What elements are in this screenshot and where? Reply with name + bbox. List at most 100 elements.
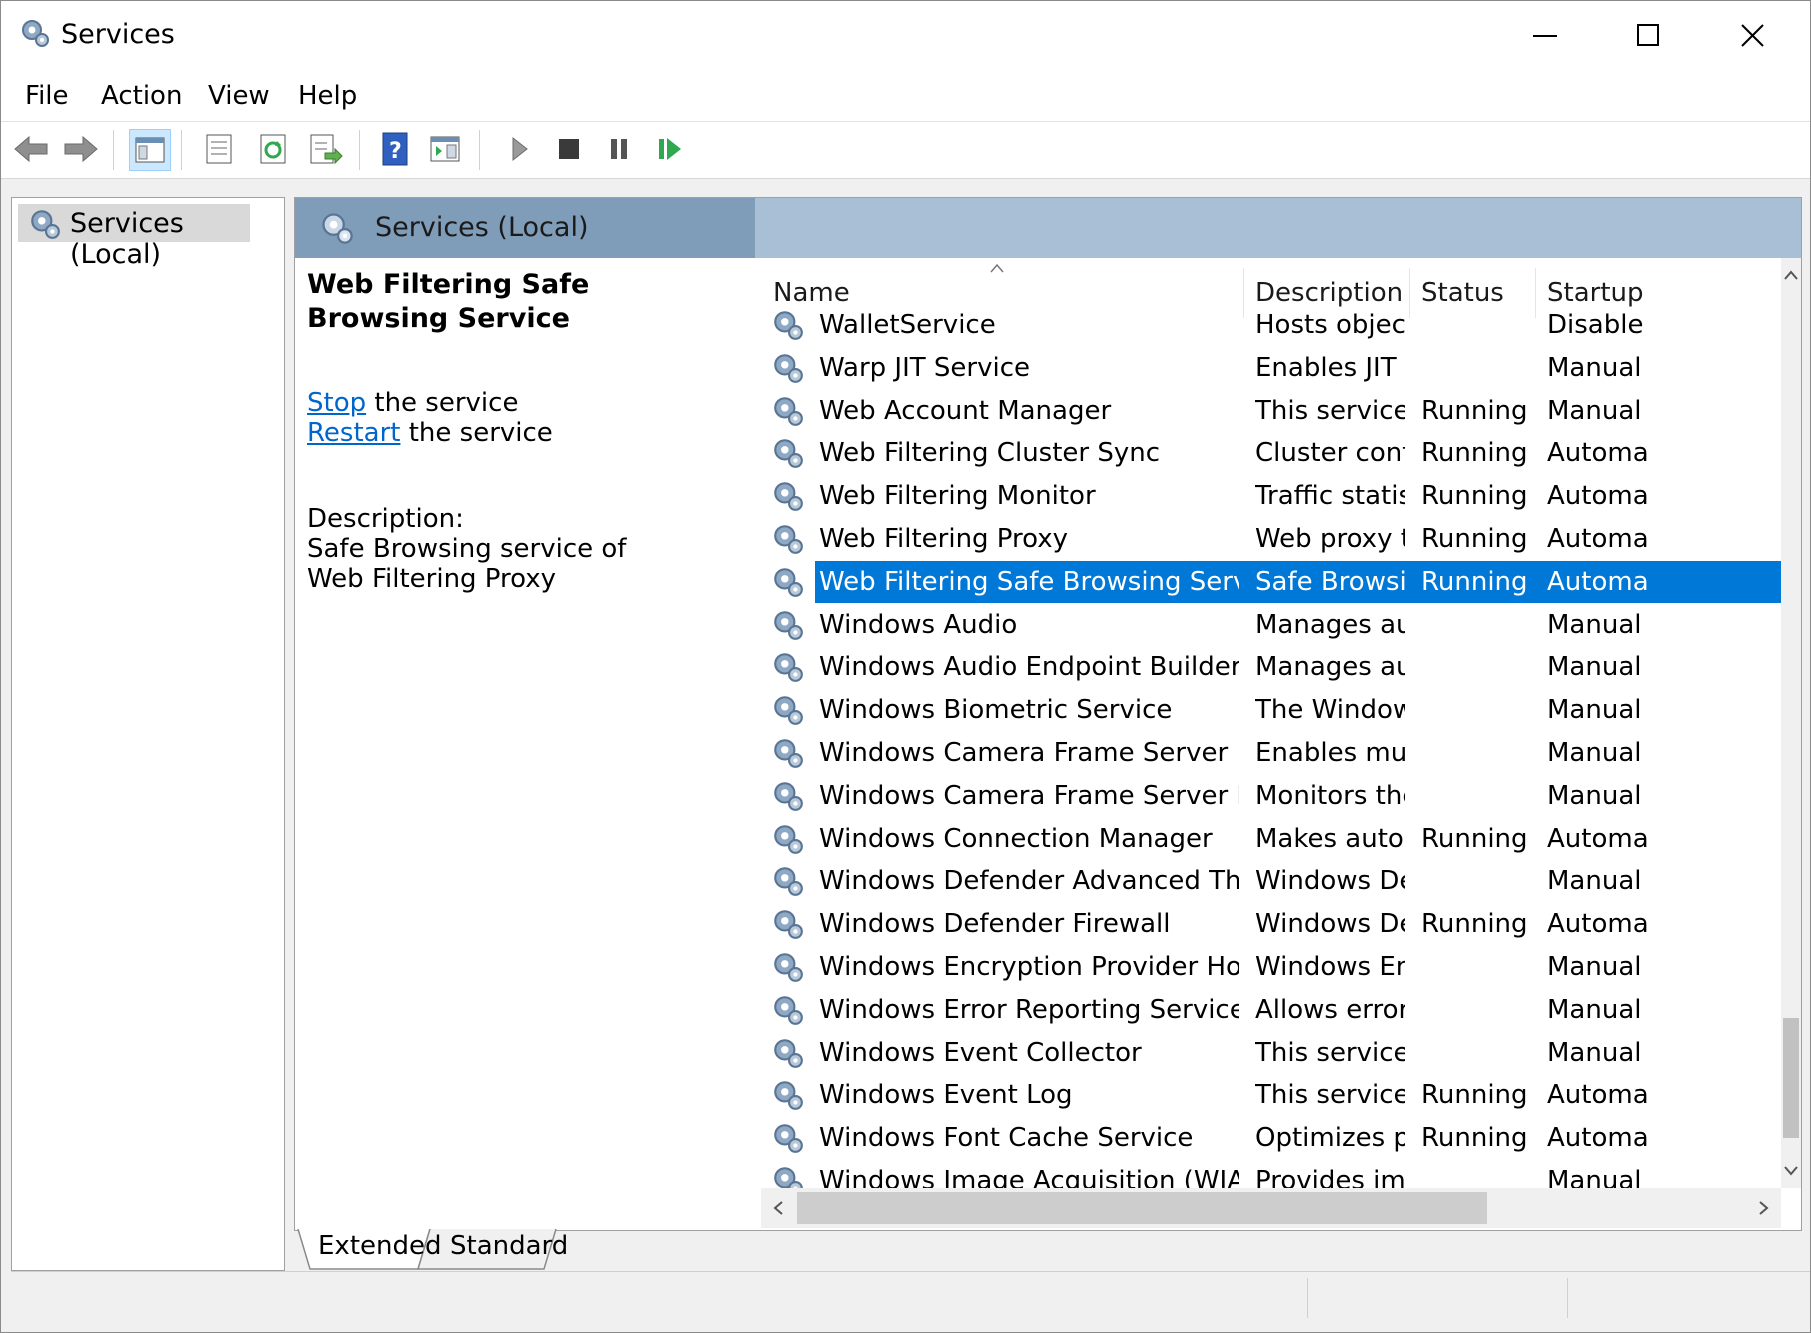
service-row[interactable]: Web Filtering Monitor Traffic statist... R… xyxy=(761,475,1781,517)
service-description: Makes auto... xyxy=(1255,823,1405,854)
start-service-button[interactable] xyxy=(499,129,539,169)
service-startup: Manual xyxy=(1547,952,1642,982)
maximize-icon xyxy=(1637,24,1659,46)
maximize-button[interactable] xyxy=(1597,1,1701,71)
service-row[interactable]: Web Filtering Cluster Sync Cluster confi.… xyxy=(761,432,1781,474)
refresh-button[interactable] xyxy=(253,129,293,169)
results-pane: Services (Local) Web Filtering Safe Brow… xyxy=(294,197,1802,1231)
scroll-left-icon[interactable] xyxy=(771,1200,785,1216)
service-row[interactable]: WalletService Hosts object... Disable xyxy=(761,304,1781,346)
service-row[interactable]: Web Filtering Safe Browsing Service Safe … xyxy=(761,560,1781,603)
vertical-scroll-thumb[interactable] xyxy=(1783,1018,1799,1138)
service-startup: Manual xyxy=(1547,652,1642,683)
service-row[interactable]: Windows Camera Frame Server Monitor Monit… xyxy=(761,775,1781,817)
horizontal-scroll-thumb[interactable] xyxy=(797,1192,1487,1224)
service-row[interactable]: Windows Event Collector This service ... M… xyxy=(761,1032,1781,1074)
service-startup: Automa xyxy=(1547,438,1649,469)
properties-icon xyxy=(206,134,232,164)
service-row[interactable]: Windows Encryption Provider Host Service… xyxy=(761,946,1781,988)
service-name: Windows Biometric Service xyxy=(819,695,1173,726)
menu-view[interactable]: View xyxy=(208,81,270,111)
stop-service-link[interactable]: Stop xyxy=(307,388,366,418)
service-row[interactable]: Windows Image Acquisition (WIA) Provides … xyxy=(761,1160,1781,1188)
horizontal-scrollbar[interactable] xyxy=(761,1188,1781,1228)
service-description: Allows error... xyxy=(1255,994,1405,1025)
service-startup: Manual xyxy=(1547,866,1642,897)
show-action-pane-button[interactable] xyxy=(425,129,465,169)
services-gear-icon xyxy=(22,20,49,47)
show-hide-console-tree-button[interactable] xyxy=(129,129,171,171)
minimize-button[interactable] xyxy=(1493,1,1597,71)
results-header-label: Services (Local) xyxy=(375,212,589,243)
menu-action[interactable]: Action xyxy=(101,81,182,111)
service-status: Running xyxy=(1421,1123,1528,1154)
scroll-right-icon[interactable] xyxy=(1757,1200,1771,1216)
help-button[interactable]: ? xyxy=(375,129,415,169)
service-name: WalletService xyxy=(819,310,996,340)
play-icon xyxy=(512,136,528,162)
services-window: Services File Action View Help ? Service… xyxy=(0,0,1811,1333)
properties-button[interactable] xyxy=(199,129,239,169)
tree-node-services-local[interactable]: Services (Local) xyxy=(18,204,250,270)
service-row[interactable]: Windows Biometric Service The Window... Ma… xyxy=(761,689,1781,731)
status-bar-separator xyxy=(1307,1278,1308,1318)
scroll-down-icon[interactable] xyxy=(1783,1164,1799,1178)
service-name: Windows Connection Manager xyxy=(819,823,1213,854)
restart-service-suffix: the service xyxy=(400,418,553,448)
service-row[interactable]: Windows Defender Advanced Threat Prote..… xyxy=(761,860,1781,902)
service-description: Safe Browsin... xyxy=(1255,566,1405,597)
export-list-button[interactable] xyxy=(305,129,345,169)
vertical-scrollbar[interactable] xyxy=(1781,258,1801,1188)
service-startup: Manual xyxy=(1547,395,1642,426)
close-icon xyxy=(1741,24,1764,47)
status-bar-separator xyxy=(1567,1278,1568,1318)
restart-service-button[interactable] xyxy=(649,129,689,169)
service-name: Windows Audio xyxy=(819,609,1018,640)
service-name: Windows Audio Endpoint Builder xyxy=(819,652,1239,683)
service-gear-icon xyxy=(774,353,803,383)
service-row[interactable]: Warp JIT Service Enables JIT c... Manual xyxy=(761,347,1781,389)
service-row[interactable]: Windows Font Cache Service Optimizes p...… xyxy=(761,1117,1781,1159)
service-row[interactable]: Windows Defender Firewall Windows De... Ru… xyxy=(761,903,1781,945)
services-gear-icon xyxy=(31,210,60,239)
service-row[interactable]: Windows Audio Manages au... Manual xyxy=(761,604,1781,646)
service-description: Windows De... xyxy=(1255,866,1405,897)
service-status: Running xyxy=(1421,566,1528,597)
service-startup: Manual xyxy=(1547,352,1642,383)
service-description: Provides ima... xyxy=(1255,1166,1405,1188)
status-bar xyxy=(11,1271,1810,1324)
service-status: Running xyxy=(1421,481,1528,512)
tab-standard[interactable]: Standard xyxy=(450,1231,568,1271)
menu-file[interactable]: File xyxy=(25,81,69,111)
stop-service-button[interactable] xyxy=(549,129,589,169)
service-status: Running xyxy=(1421,1080,1528,1111)
service-row[interactable]: Web Filtering Proxy Web proxy t... Running… xyxy=(761,518,1781,560)
service-description: Monitors the... xyxy=(1255,780,1405,811)
toolbar-separator xyxy=(479,130,480,170)
service-gear-icon xyxy=(774,311,803,340)
back-button[interactable] xyxy=(11,129,51,169)
service-startup: Automa xyxy=(1547,566,1649,597)
tab-extended[interactable]: Extended xyxy=(318,1231,442,1271)
pause-service-button[interactable] xyxy=(599,129,639,169)
scroll-up-icon[interactable] xyxy=(1783,268,1799,282)
service-row[interactable]: Web Account Manager This service i... Runn… xyxy=(761,390,1781,432)
menu-help[interactable]: Help xyxy=(298,81,357,111)
service-startup: Automa xyxy=(1547,1080,1649,1111)
service-startup: Automa xyxy=(1547,823,1649,854)
refresh-icon xyxy=(260,134,286,164)
service-name: Windows Camera Frame Server Monitor xyxy=(819,780,1239,811)
service-row[interactable]: Windows Connection Manager Makes auto... R… xyxy=(761,818,1781,860)
service-row[interactable]: Windows Camera Frame Server Enables mult.… xyxy=(761,732,1781,774)
service-row[interactable]: Windows Error Reporting Service Allows er… xyxy=(761,989,1781,1031)
service-row[interactable]: Windows Event Log This service ... Running… xyxy=(761,1074,1781,1116)
service-description: This service i... xyxy=(1255,395,1405,426)
restart-service-link[interactable]: Restart xyxy=(307,418,400,448)
close-button[interactable] xyxy=(1701,1,1805,71)
service-description: The Window... xyxy=(1255,695,1405,726)
service-startup: Manual xyxy=(1547,609,1642,640)
title-bar: Services xyxy=(1,1,1810,71)
results-header: Services (Local) xyxy=(295,198,1801,258)
forward-button[interactable] xyxy=(61,129,101,169)
service-row[interactable]: Windows Audio Endpoint Builder Manages au… xyxy=(761,646,1781,688)
